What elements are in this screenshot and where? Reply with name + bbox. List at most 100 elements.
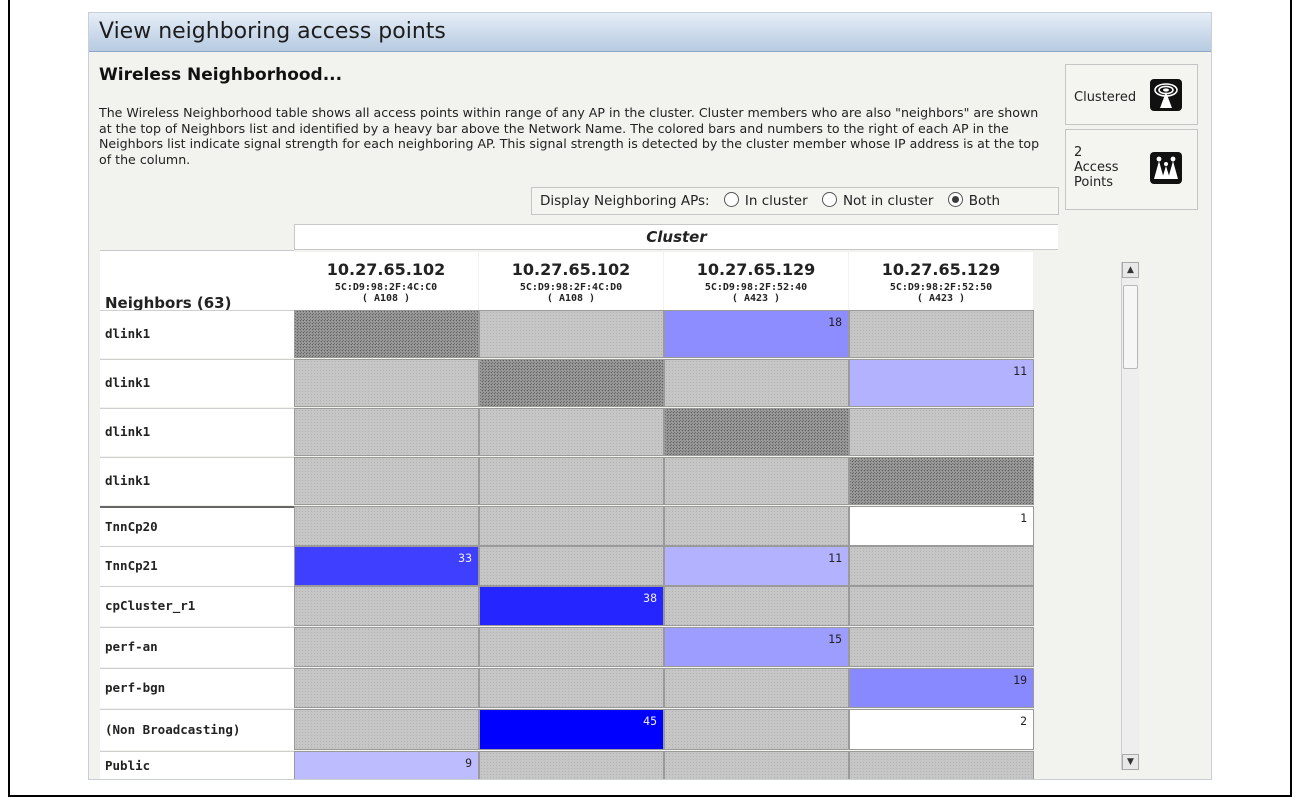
table-row: cpCluster_r1 38 xyxy=(100,586,1058,626)
ap-count-word2: Points xyxy=(1074,175,1114,190)
signal-cell xyxy=(664,668,849,708)
signal-cell xyxy=(849,457,1034,505)
section-heading: Wireless Neighborhood... xyxy=(99,65,343,85)
signal-cell xyxy=(664,506,849,546)
signal-cell xyxy=(664,709,849,750)
signal-cell: 33 xyxy=(294,546,479,586)
main-panel: View neighboring access points Wireless … xyxy=(88,12,1212,780)
table-row: dlink1 xyxy=(100,457,1058,505)
signal-cell: 11 xyxy=(664,546,849,586)
clustered-status[interactable]: Clustered xyxy=(1065,64,1198,125)
signal-cell xyxy=(664,457,849,505)
signal-cell xyxy=(479,506,664,546)
signal-cell xyxy=(294,586,479,626)
section-description: The Wireless Neighborhood table shows al… xyxy=(99,105,1040,167)
cluster-header: Cluster xyxy=(294,224,1058,250)
neighbor-name: TnnCp20 xyxy=(100,506,294,546)
signal-cell xyxy=(294,310,479,358)
signal-cell xyxy=(479,408,664,456)
signal-cell xyxy=(479,457,664,505)
scroll-up-button[interactable]: ▲ xyxy=(1122,262,1139,278)
neighbor-name: (Non Broadcasting) xyxy=(100,709,294,750)
table-row: dlink1 xyxy=(100,408,1058,456)
radio-in-cluster[interactable] xyxy=(723,192,739,207)
scroll-thumb[interactable] xyxy=(1123,285,1138,369)
signal-cell: 1 xyxy=(849,506,1034,546)
column-ip: 10.27.65.102 xyxy=(511,260,631,279)
signal-cell: 45 xyxy=(479,709,664,750)
column-mac: 5C:D9:98:2F:4C:D0 xyxy=(519,282,623,293)
signal-cell xyxy=(294,668,479,708)
column-location: ( A108 ) xyxy=(361,293,411,304)
neighbor-name: perf-bgn xyxy=(100,668,294,708)
signal-cell: 38 xyxy=(479,586,664,626)
radio-both[interactable] xyxy=(947,192,963,207)
signal-cell xyxy=(479,751,664,779)
scroll-down-button[interactable]: ▼ xyxy=(1122,754,1139,770)
ap-count-number: 2 xyxy=(1074,145,1083,160)
table-row: perf-bgn 19 xyxy=(100,668,1058,708)
column-ip: 10.27.65.129 xyxy=(696,260,816,279)
signal-cell xyxy=(294,457,479,505)
column-location: ( A423 ) xyxy=(916,293,966,304)
signal-cell: 19 xyxy=(849,668,1034,708)
table-row: perf-an 15 xyxy=(100,627,1058,667)
signal-cell xyxy=(479,546,664,586)
neighbor-name: dlink1 xyxy=(100,408,294,456)
table-row: dlink1 18 xyxy=(100,310,1058,358)
signal-cell: 11 xyxy=(849,359,1034,407)
radio-not-in-cluster-label[interactable]: Not in cluster xyxy=(843,193,933,209)
page-title: View neighboring access points xyxy=(89,13,1211,52)
signal-cell xyxy=(849,408,1034,456)
signal-cell: 2 xyxy=(849,709,1034,750)
signal-cell xyxy=(294,709,479,750)
wireless-ap-icon xyxy=(1150,79,1182,111)
neighbor-name: dlink1 xyxy=(100,359,294,407)
signal-cell xyxy=(849,751,1034,779)
signal-cell xyxy=(294,627,479,667)
radio-not-in-cluster[interactable] xyxy=(821,192,837,207)
neighbor-name: dlink1 xyxy=(100,457,294,505)
signal-cell xyxy=(664,751,849,779)
signal-cell xyxy=(849,546,1034,586)
signal-cell: 9 xyxy=(294,751,479,779)
table-row: Public 9 xyxy=(100,751,1058,779)
column-mac: 5C:D9:98:2F:52:50 xyxy=(889,282,993,293)
access-points-icon xyxy=(1150,152,1182,184)
access-points-count[interactable]: 2 Access Points xyxy=(1065,129,1198,210)
signal-cell xyxy=(849,586,1034,626)
radio-in-cluster-label[interactable]: In cluster xyxy=(745,193,808,209)
neighbor-filter: Display Neighboring APs: In cluster Not … xyxy=(531,187,1059,215)
filter-label: Display Neighboring APs: xyxy=(540,193,710,209)
signal-cell xyxy=(479,627,664,667)
signal-cell xyxy=(294,506,479,546)
signal-cell xyxy=(294,359,479,407)
signal-cell: 18 xyxy=(664,310,849,358)
vertical-scrollbar[interactable]: ▲ ▼ xyxy=(1121,262,1139,770)
signal-cell xyxy=(479,310,664,358)
column-mac: 5C:D9:98:2F:52:40 xyxy=(704,282,808,293)
signal-cell xyxy=(664,359,849,407)
signal-cell xyxy=(849,627,1034,667)
table-row: TnnCp20 1 xyxy=(100,506,1058,546)
signal-cell xyxy=(479,359,664,407)
ap-count-word1: Access xyxy=(1074,160,1119,175)
table-row: dlink1 11 xyxy=(100,359,1058,407)
neighbor-name: dlink1 xyxy=(100,310,294,358)
neighbor-name: TnnCp21 xyxy=(100,546,294,586)
column-ip: 10.27.65.129 xyxy=(881,260,1001,279)
column-ip: 10.27.65.102 xyxy=(326,260,446,279)
neighbor-name: perf-an xyxy=(100,627,294,667)
signal-cell: 15 xyxy=(664,627,849,667)
neighbor-name: cpCluster_r1 xyxy=(100,586,294,626)
radio-both-label[interactable]: Both xyxy=(969,193,1000,209)
signal-cell xyxy=(294,408,479,456)
column-location: ( A108 ) xyxy=(546,293,596,304)
column-mac: 5C:D9:98:2F:4C:C0 xyxy=(334,282,438,293)
signal-cell xyxy=(479,668,664,708)
signal-cell xyxy=(664,408,849,456)
clustered-label: Clustered xyxy=(1074,90,1137,105)
column-location: ( A423 ) xyxy=(731,293,781,304)
signal-cell xyxy=(664,586,849,626)
neighbor-name: Public xyxy=(100,751,294,779)
